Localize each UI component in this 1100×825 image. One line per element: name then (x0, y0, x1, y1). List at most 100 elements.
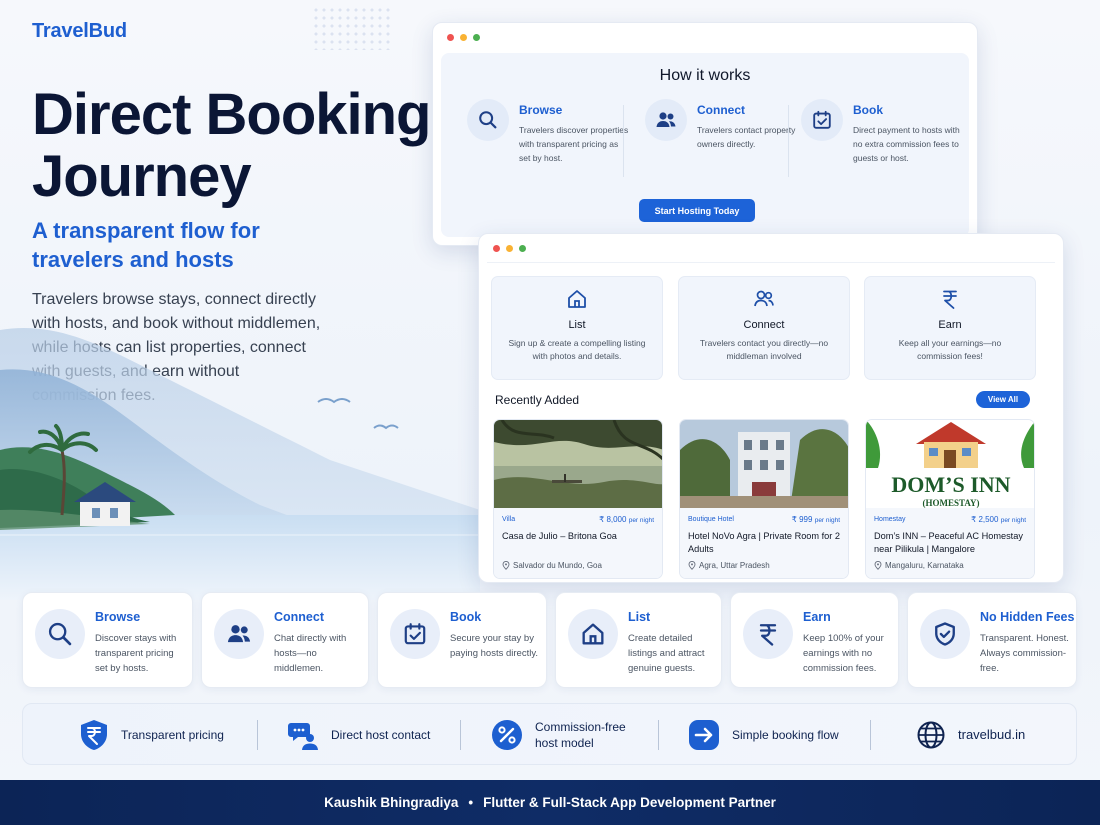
benefit-list: List Create detailed listings and attrac… (555, 592, 722, 688)
price-unit: per night (628, 517, 654, 524)
listing-photo-lake (494, 420, 662, 508)
home-icon (568, 609, 618, 659)
benefit-title: Browse (95, 610, 141, 624)
feature-text: Travelers contact you directly—no middle… (699, 338, 829, 361)
divider (487, 262, 1055, 263)
listing-name: Casa de Julio – Britona Goa (502, 531, 617, 541)
logo-text: DOM’S INN (891, 472, 1010, 497)
highlight-label: Transparent pricing (121, 728, 224, 742)
highlight-label: Commission-free host model (535, 720, 626, 750)
price-value: ₹ 8,000 (599, 515, 627, 524)
feature-title: List (568, 319, 586, 331)
benefit-title: Book (450, 610, 482, 624)
price-value: ₹ 2,500 (971, 515, 999, 524)
users-icon (679, 287, 849, 311)
window-titlebar (479, 234, 1063, 262)
decorative-dots (312, 6, 392, 50)
highlight-simple-booking: Simple booking flow (688, 704, 839, 766)
listing-photo-doms-inn-logo: DOM’S INN (HOMESTAY) (866, 420, 1034, 508)
minimize-dot-icon (506, 244, 513, 252)
listing-location: Agra, Uttar Pradesh (688, 561, 770, 570)
listing-location: Mangaluru, Karnataka (874, 561, 964, 570)
minimize-dot-icon (460, 33, 467, 41)
step-text: Direct payment to hosts with no extra co… (853, 125, 960, 163)
listing-info: Boutique Hotel ₹ 999 per night Hotel NoV… (680, 508, 848, 578)
highlight-website[interactable]: travelbud.in (916, 704, 1025, 766)
home-icon (492, 287, 662, 311)
step-text: Travelers discover properties with trans… (519, 125, 629, 163)
feature-title: Connect (743, 319, 785, 331)
rupee-icon (743, 609, 793, 659)
location-text: Mangaluru, Karnataka (885, 561, 964, 570)
maximize-dot-icon (473, 33, 480, 41)
chat-person-icon (288, 723, 318, 750)
price-value: ₹ 999 (791, 515, 813, 524)
benefit-text: Transparent. Honest. Always commission-f… (980, 633, 1069, 674)
footer-separator: • (468, 795, 474, 810)
close-dot-icon (493, 244, 500, 252)
listing-photo-hotel (680, 420, 848, 508)
divider (658, 720, 659, 750)
listing-price: ₹ 2,500 per night (971, 515, 1026, 524)
lake-scenery-illustration (0, 328, 480, 600)
listing-info: Villa ₹ 8,000 per night Casa de Julio – … (494, 508, 662, 578)
footer-role: Flutter & Full-Stack App Development Par… (483, 795, 776, 810)
listing-category: Villa (502, 516, 516, 523)
highlights-strip: Transparent pricing Direct host contact … (22, 703, 1077, 765)
website-link[interactable]: travelbud.in (958, 727, 1025, 743)
view-all-button[interactable]: View All (976, 391, 1030, 408)
benefit-text: Keep 100% of your earnings with no commi… (803, 633, 884, 674)
how-it-works-title: How it works (659, 67, 751, 84)
benefit-title: Earn (803, 610, 831, 624)
benefit-text: Secure your stay by paying hosts directl… (450, 633, 539, 659)
price-unit: per night (814, 517, 840, 524)
step-text: Travelers contact property owners direct… (697, 125, 796, 149)
step-name: Connect (697, 103, 745, 117)
feature-connect: Connect Travelers contact you directly—n… (678, 276, 850, 380)
calendar-check-icon (390, 609, 440, 659)
arrow-right-icon (689, 720, 719, 750)
benefit-browse: Browse Discover stays with transparent p… (22, 592, 193, 688)
rupee-shield-icon (81, 720, 107, 750)
listing-card[interactable]: DOM’S INN (HOMESTAY) Homestay ₹ 2,500 pe… (865, 419, 1035, 579)
divider (788, 105, 789, 177)
location-text: Agra, Uttar Pradesh (699, 561, 770, 570)
step-name: Browse (519, 103, 563, 117)
listing-card[interactable]: Villa ₹ 8,000 per night Casa de Julio – … (493, 419, 663, 579)
feature-text: Keep all your earnings—no commission fee… (898, 338, 1002, 361)
maximize-dot-icon (519, 244, 526, 252)
users-icon (645, 99, 687, 141)
recently-added-title: Recently Added (495, 393, 580, 407)
feature-earn: Earn Keep all your earnings—no commissio… (864, 276, 1036, 380)
divider (870, 720, 871, 750)
divider (460, 720, 461, 750)
benefit-text: Discover stays with transparent pricing … (95, 633, 177, 674)
globe-icon (917, 721, 945, 749)
benefit-title: Connect (274, 610, 324, 624)
feature-title: Earn (938, 319, 962, 331)
listings-window: List Sign up & create a compelling listi… (478, 233, 1064, 583)
start-hosting-button[interactable]: Start Hosting Today (639, 199, 755, 222)
listing-price: ₹ 8,000 per night (599, 515, 654, 524)
how-it-works-window: How it works Browse Travelers discover p… (432, 22, 978, 246)
window-titlebar (433, 23, 977, 51)
listing-info: Homestay ₹ 2,500 per night Dom’s INN – P… (866, 508, 1034, 578)
divider (623, 105, 624, 177)
rupee-icon (865, 287, 1035, 311)
benefit-connect: Connect Chat directly with hosts—no midd… (201, 592, 369, 688)
search-icon (35, 609, 85, 659)
listing-location: Salvador du Mundo, Goa (502, 561, 602, 570)
listing-category: Homestay (874, 516, 906, 523)
location-text: Salvador du Mundo, Goa (513, 561, 602, 570)
price-unit: per night (1000, 517, 1026, 524)
highlight-label: Direct host contact (331, 728, 431, 742)
location-pin-icon (688, 561, 696, 570)
percent-icon (492, 720, 522, 750)
benefit-title: No Hidden Fees (980, 610, 1075, 624)
feature-list: List Sign up & create a compelling listi… (491, 276, 663, 380)
users-icon (214, 609, 264, 659)
listing-card[interactable]: Boutique Hotel ₹ 999 per night Hotel NoV… (679, 419, 849, 579)
benefit-text: Chat directly with hosts—no middlemen. (274, 633, 347, 674)
step-name: Book (853, 103, 883, 117)
brand-logo[interactable]: TravelBud (32, 20, 127, 43)
